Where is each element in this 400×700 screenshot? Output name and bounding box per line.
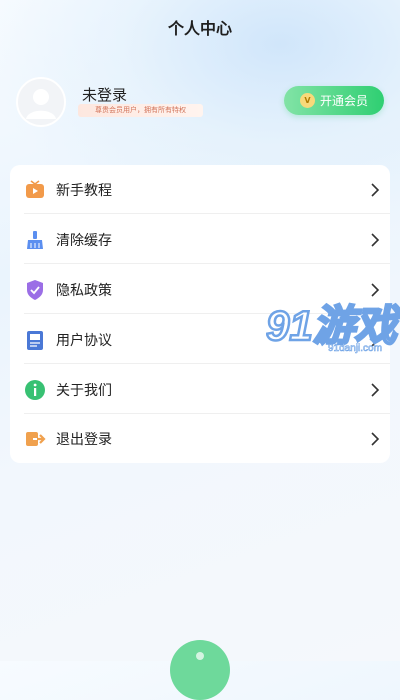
login-status[interactable]: 未登录 — [82, 84, 127, 105]
svg-text:91游戏: 91游戏 — [266, 302, 400, 349]
document-icon — [27, 330, 43, 350]
chevron-right-icon — [371, 282, 380, 297]
divider — [24, 213, 390, 214]
user-icon — [26, 89, 56, 119]
chevron-right-icon — [371, 232, 380, 247]
chevron-right-icon — [371, 182, 380, 197]
vip-badge-icon: V — [299, 93, 315, 108]
chevron-right-icon — [371, 382, 380, 397]
avatar[interactable] — [16, 77, 66, 127]
menu-item-label: 退出登录 — [56, 431, 112, 448]
menu-item-label: 用户协议 — [56, 332, 112, 349]
open-vip-label: 开通会员 — [319, 94, 368, 108]
page-title: 个人中心 — [167, 19, 232, 38]
tv-icon — [26, 179, 44, 198]
divider — [24, 363, 390, 364]
logout-icon — [26, 431, 46, 446]
chevron-right-icon — [371, 431, 380, 446]
menu-item-label: 关于我们 — [56, 382, 112, 399]
floating-action-button[interactable] — [170, 640, 230, 700]
broom-icon — [27, 230, 43, 249]
menu-item-logout[interactable]: 退出登录 — [10, 414, 390, 463]
menu-item-about-us[interactable]: 关于我们 — [10, 365, 390, 414]
watermark-logo: 91游戏 91danji.com — [265, 300, 400, 356]
member-tip: 尊贵会员用户，拥有所有特权 — [78, 104, 203, 117]
menu-item-label: 清除缓存 — [56, 232, 112, 249]
info-icon — [25, 379, 45, 400]
menu-item-label: 隐私政策 — [56, 282, 112, 299]
svg-text:91danji.com: 91danji.com — [328, 343, 382, 354]
divider — [24, 263, 390, 264]
shield-icon — [27, 279, 43, 300]
open-vip-button[interactable]: V 开通会员 — [284, 86, 384, 115]
menu-item-label: 新手教程 — [56, 182, 112, 199]
menu-item-tutorial[interactable]: 新手教程 — [10, 165, 390, 214]
menu-item-clear-cache[interactable]: 清除缓存 — [10, 215, 390, 264]
